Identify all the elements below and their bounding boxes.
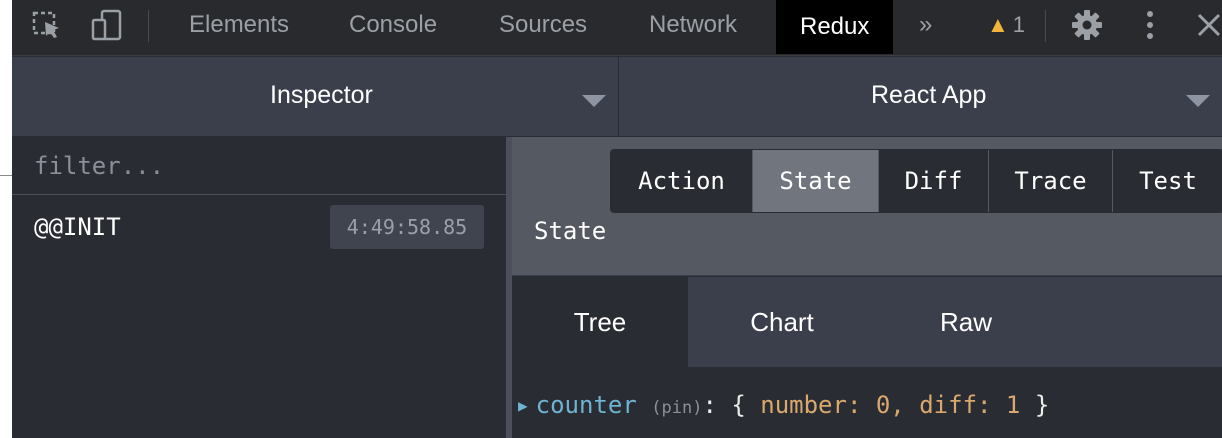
number-label: number: bbox=[760, 391, 862, 419]
action-detail-pane: Action State Diff Trace Test State Tree … bbox=[512, 137, 1222, 438]
inspector-header: Inspector React App bbox=[12, 57, 1222, 137]
tab-tree[interactable]: Tree bbox=[512, 277, 688, 367]
toolbar-separator bbox=[1045, 10, 1046, 42]
tab-state[interactable]: State bbox=[753, 150, 879, 212]
diff-label: diff: bbox=[919, 391, 992, 419]
tab-test[interactable]: Test bbox=[1113, 150, 1222, 212]
action-timestamp: 4:49:58.85 bbox=[330, 205, 484, 249]
tab-raw[interactable]: Raw bbox=[876, 277, 1056, 367]
inspect-element-icon[interactable] bbox=[32, 0, 64, 50]
detail-header: Action State Diff Trace Test State bbox=[512, 137, 1222, 276]
tab-trace[interactable]: Trace bbox=[989, 150, 1113, 212]
warning-icon: ▲ bbox=[987, 12, 1009, 37]
tab-chart[interactable]: Chart bbox=[692, 277, 872, 367]
diff-value: 1 bbox=[1005, 391, 1021, 419]
pin-label[interactable]: (pin) bbox=[651, 398, 702, 418]
more-options-icon[interactable] bbox=[1140, 0, 1160, 50]
open-brace: { bbox=[731, 391, 746, 419]
device-toolbar-icon[interactable] bbox=[90, 0, 124, 50]
chevron-down-icon[interactable] bbox=[1186, 95, 1210, 107]
tab-network[interactable]: Network bbox=[649, 0, 737, 50]
action-list-pane: @@INIT 4:49:58.85 bbox=[12, 137, 506, 438]
chevron-down-icon[interactable] bbox=[582, 95, 606, 107]
list-item[interactable]: @@INIT 4:49:58.85 bbox=[12, 196, 506, 256]
state-tree: ▶ counter (pin): { number: 0, diff: 1 } bbox=[512, 367, 1222, 438]
tree-node[interactable]: ▶ counter (pin): { number: 0, diff: 1 } bbox=[518, 391, 1049, 419]
hairline bbox=[0, 175, 12, 176]
tree-key: counter bbox=[535, 391, 637, 419]
number-value: 0, bbox=[875, 391, 905, 419]
warnings-button[interactable]: ▲ 1 bbox=[987, 0, 1025, 50]
tab-redux[interactable]: Redux bbox=[776, 0, 894, 54]
tab-elements[interactable]: Elements bbox=[189, 0, 289, 50]
more-tabs-button[interactable]: » bbox=[919, 0, 932, 50]
expand-arrow-icon[interactable]: ▶ bbox=[518, 396, 528, 415]
devtools-tabbar: Elements Console Sources Network Redux »… bbox=[12, 0, 1222, 56]
tab-diff[interactable]: Diff bbox=[879, 150, 989, 212]
instance-select[interactable]: React App bbox=[871, 81, 986, 110]
colon: : bbox=[702, 391, 717, 419]
filter-input[interactable] bbox=[32, 147, 476, 185]
settings-gear-icon[interactable] bbox=[1070, 0, 1104, 50]
view-tabs: Tree Chart Raw bbox=[512, 277, 1222, 367]
close-icon[interactable] bbox=[1195, 0, 1222, 50]
left-margin bbox=[0, 0, 12, 438]
action-name: @@INIT bbox=[34, 213, 121, 241]
header-divider bbox=[618, 57, 619, 137]
detail-tabs: Action State Diff Trace Test bbox=[610, 149, 1222, 213]
warning-count: 1 bbox=[1012, 12, 1026, 37]
close-brace: } bbox=[1034, 391, 1050, 419]
monitor-select[interactable]: Inspector bbox=[270, 81, 373, 110]
tab-console[interactable]: Console bbox=[349, 0, 437, 50]
detail-title: State bbox=[534, 217, 607, 245]
toolbar-separator bbox=[148, 10, 149, 42]
tab-sources[interactable]: Sources bbox=[499, 0, 587, 50]
tab-action[interactable]: Action bbox=[611, 150, 753, 212]
filter-bar bbox=[12, 137, 506, 195]
